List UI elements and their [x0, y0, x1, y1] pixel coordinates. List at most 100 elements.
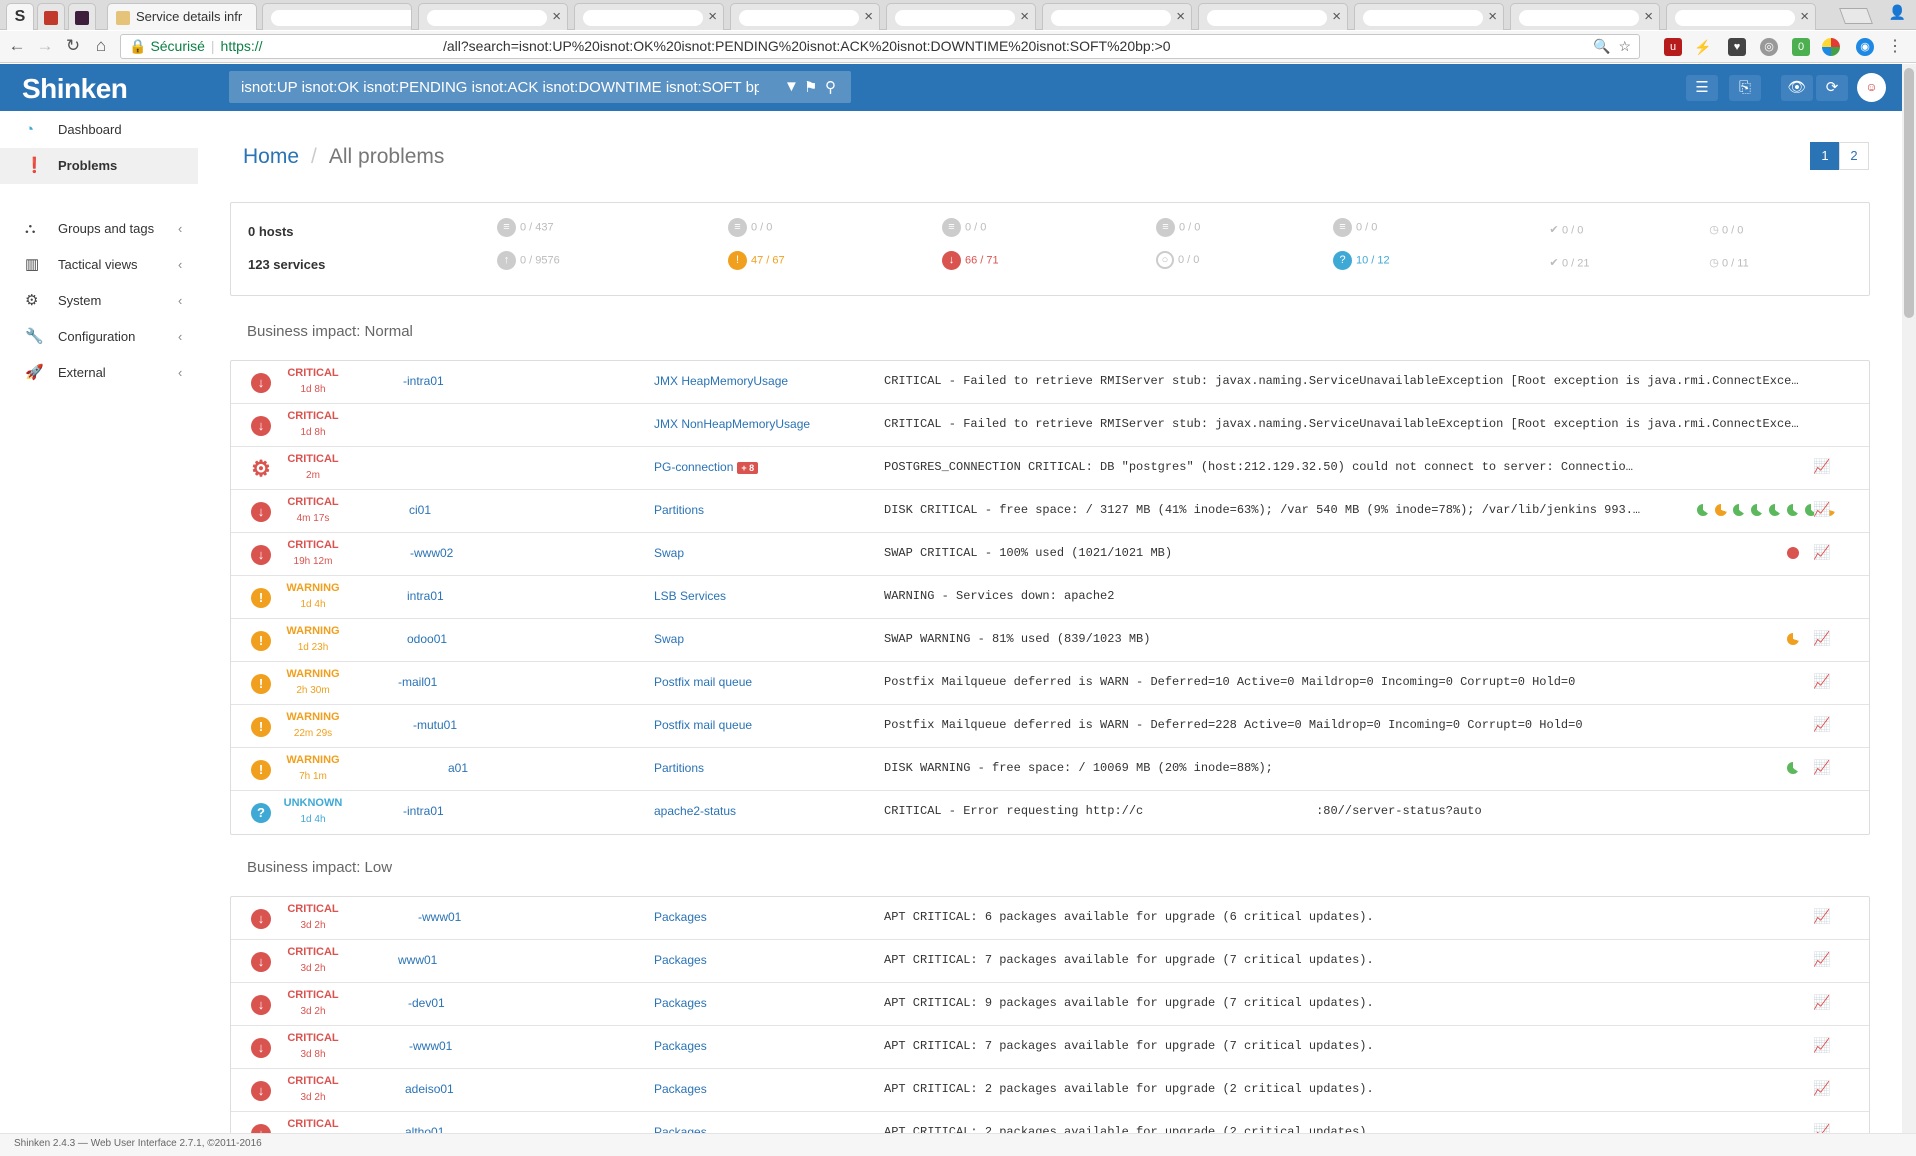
sidebar-item-system[interactable]: ⚙ System ‹ — [0, 283, 198, 319]
browser-tab-active[interactable]: Service details infr — [107, 3, 257, 30]
table-row[interactable]: ! WARNING 1d 23h odoo01 Swap SWAP WARNIN… — [231, 619, 1869, 662]
close-icon[interactable]: × — [1488, 4, 1497, 30]
bookmark-icon[interactable]: ⚑ — [804, 78, 817, 96]
pie-icon[interactable] — [1751, 504, 1763, 516]
service-link[interactable]: Packages — [654, 1039, 707, 1053]
table-row[interactable]: ↓ CRITICAL 3d 2h -www01 Packages APT CRI… — [231, 897, 1869, 940]
graph-icon[interactable]: 📈 — [1813, 1080, 1830, 1097]
pie-icon[interactable] — [1769, 504, 1781, 516]
page-link-1[interactable]: 1 — [1810, 142, 1840, 170]
extension-icon[interactable]: ◎ — [1760, 38, 1778, 56]
host-link[interactable]: -mail01 — [398, 675, 437, 689]
table-row[interactable]: ! WARNING 22m 29s -mutu01 Postfix mail q… — [231, 705, 1869, 748]
host-link[interactable]: ci01 — [409, 503, 431, 517]
host-link[interactable]: adeiso01 — [405, 1082, 454, 1096]
table-row[interactable]: ! WARNING 1d 4h intra01 LSB Services WAR… — [231, 576, 1869, 619]
profile-icon[interactable]: 👤 — [1889, 4, 1906, 21]
close-icon[interactable]: × — [1176, 4, 1185, 30]
home-icon[interactable]: ⌂ — [90, 35, 112, 57]
pie-icon[interactable] — [1787, 547, 1799, 559]
table-row[interactable]: ↓ CRITICAL 3d 2h -dev01 Packages APT CRI… — [231, 983, 1869, 1026]
graph-icon[interactable]: 📈 — [1813, 951, 1830, 968]
service-link[interactable]: PG-connection — [654, 460, 733, 474]
service-link[interactable]: Packages — [654, 1082, 707, 1096]
close-icon[interactable]: × — [1800, 4, 1809, 30]
page-link-2[interactable]: 2 — [1839, 142, 1869, 170]
browser-tab[interactable] — [262, 3, 412, 30]
sidebar-item-tactical-views[interactable]: ▥ Tactical views ‹ — [0, 247, 198, 283]
zoom-icon[interactable]: 🔍 — [1593, 38, 1610, 54]
browser-tab[interactable]: × — [1354, 3, 1504, 30]
extension-icon[interactable]: 0 — [1792, 38, 1810, 56]
page-scrollbar[interactable] — [1902, 64, 1916, 1133]
table-row[interactable]: ↓ CRITICAL 3d 2h www01 Packages APT CRIT… — [231, 940, 1869, 983]
sidebar-item-dashboard[interactable]: ◔ Dashboard — [0, 112, 198, 148]
pie-icon[interactable] — [1787, 762, 1799, 774]
service-link[interactable]: Packages — [654, 996, 707, 1010]
services-warning-counter[interactable]: ! 47 / 67 — [728, 251, 785, 270]
graph-icon[interactable]: 📈 — [1813, 1037, 1830, 1054]
hosts-pending-counter[interactable]: ≡ 0 / 0 — [1156, 218, 1200, 237]
services-ack-counter[interactable]: ✔ 0 / 21 — [1548, 254, 1589, 273]
pinned-tab[interactable]: S — [6, 3, 34, 30]
host-link[interactable]: -intra01 — [403, 374, 444, 388]
color-picker-extension-icon[interactable] — [1822, 38, 1840, 56]
inbox-button[interactable]: ⎘ — [1729, 75, 1761, 101]
reload-icon[interactable]: ↻ — [62, 35, 84, 57]
service-link[interactable]: Partitions — [654, 761, 704, 775]
hosts-unreachable-counter[interactable]: ≡ 0 / 0 — [942, 218, 986, 237]
close-icon[interactable]: × — [708, 4, 717, 30]
list-view-button[interactable]: ☰ — [1686, 75, 1718, 101]
pie-icon[interactable] — [1715, 504, 1727, 516]
service-link[interactable]: Packages — [654, 953, 707, 967]
host-link[interactable]: -www02 — [410, 546, 453, 560]
table-row[interactable]: ! WARNING 7h 1m a01 Partitions DISK WARN… — [231, 748, 1869, 791]
sidebar-item-problems[interactable]: ❗ Problems — [0, 148, 198, 184]
browser-tab[interactable]: × — [1666, 3, 1816, 30]
service-link[interactable]: Postfix mail queue — [654, 718, 752, 732]
sidebar-item-configuration[interactable]: 🔧 Configuration ‹ — [0, 319, 198, 355]
table-row[interactable]: ⚙ CRITICAL 2m PG-connection + 8 POSTGRES_… — [231, 447, 1869, 490]
table-row[interactable]: ↓ CRITICAL 3d 2h adeiso01 Packages APT C… — [231, 1069, 1869, 1112]
menu-icon[interactable]: ⋮ — [1886, 38, 1904, 56]
eye-button[interactable]: 👁 — [1781, 75, 1813, 101]
host-link[interactable]: -dev01 — [408, 996, 445, 1010]
search-input[interactable] — [229, 71, 759, 103]
extension-icon[interactable]: ◉ — [1856, 38, 1874, 56]
table-row[interactable]: ↓ CRITICAL 1d 8h JMX NonHeapMemoryUsage … — [231, 404, 1869, 447]
close-icon[interactable]: × — [1644, 4, 1653, 30]
graph-icon[interactable]: 📈 — [1813, 716, 1830, 733]
close-icon[interactable]: × — [552, 4, 561, 30]
host-link[interactable]: odoo01 — [407, 632, 447, 646]
services-pending-counter[interactable]: ○ 0 / 0 — [1156, 251, 1199, 269]
pie-icon[interactable] — [1733, 504, 1745, 516]
service-link[interactable]: Swap — [654, 546, 684, 560]
host-link[interactable]: intra01 — [407, 589, 444, 603]
table-row[interactable]: ↓ CRITICAL 4m 17s ci01 Partitions DISK C… — [231, 490, 1869, 533]
pie-icon[interactable] — [1787, 633, 1799, 645]
browser-tab[interactable]: × — [418, 3, 568, 30]
services-unknown-counter[interactable]: ? 10 / 12 — [1333, 251, 1390, 270]
service-link[interactable]: Packages — [654, 910, 707, 924]
graph-icon[interactable]: 📈 — [1813, 458, 1830, 475]
hosts-ack-counter[interactable]: ✔ 0 / 0 — [1548, 221, 1583, 240]
close-icon[interactable]: × — [1020, 4, 1029, 30]
table-row[interactable]: ↓ CRITICAL 3d 8h -www01 Packages APT CRI… — [231, 1026, 1869, 1069]
service-link[interactable]: Postfix mail queue — [654, 675, 752, 689]
services-ok-counter[interactable]: ↑ 0 / 9576 — [497, 251, 560, 270]
browser-tab[interactable]: × — [730, 3, 880, 30]
avatar[interactable]: ☺ — [1857, 73, 1886, 102]
ublock-extension-icon[interactable]: u — [1664, 38, 1682, 56]
forward-icon[interactable]: → — [34, 35, 56, 57]
graph-icon[interactable]: 📈 — [1813, 994, 1830, 1011]
host-link[interactable]: -www01 — [409, 1039, 452, 1053]
table-row[interactable]: ! WARNING 2h 30m -mail01 Postfix mail qu… — [231, 662, 1869, 705]
hosts-down-counter[interactable]: ≡ 0 / 0 — [728, 218, 772, 237]
refresh-button[interactable]: ⟳ — [1816, 75, 1848, 101]
lightning-extension-icon[interactable]: ⚡ — [1694, 38, 1712, 56]
sidebar-item-external[interactable]: 🚀 External ‹ — [0, 355, 198, 391]
service-link[interactable]: JMX NonHeapMemoryUsage — [654, 417, 810, 431]
pocket-extension-icon[interactable]: ♥ — [1728, 38, 1746, 56]
graph-icon[interactable]: 📈 — [1813, 673, 1830, 690]
pinned-tab[interactable] — [37, 3, 65, 30]
